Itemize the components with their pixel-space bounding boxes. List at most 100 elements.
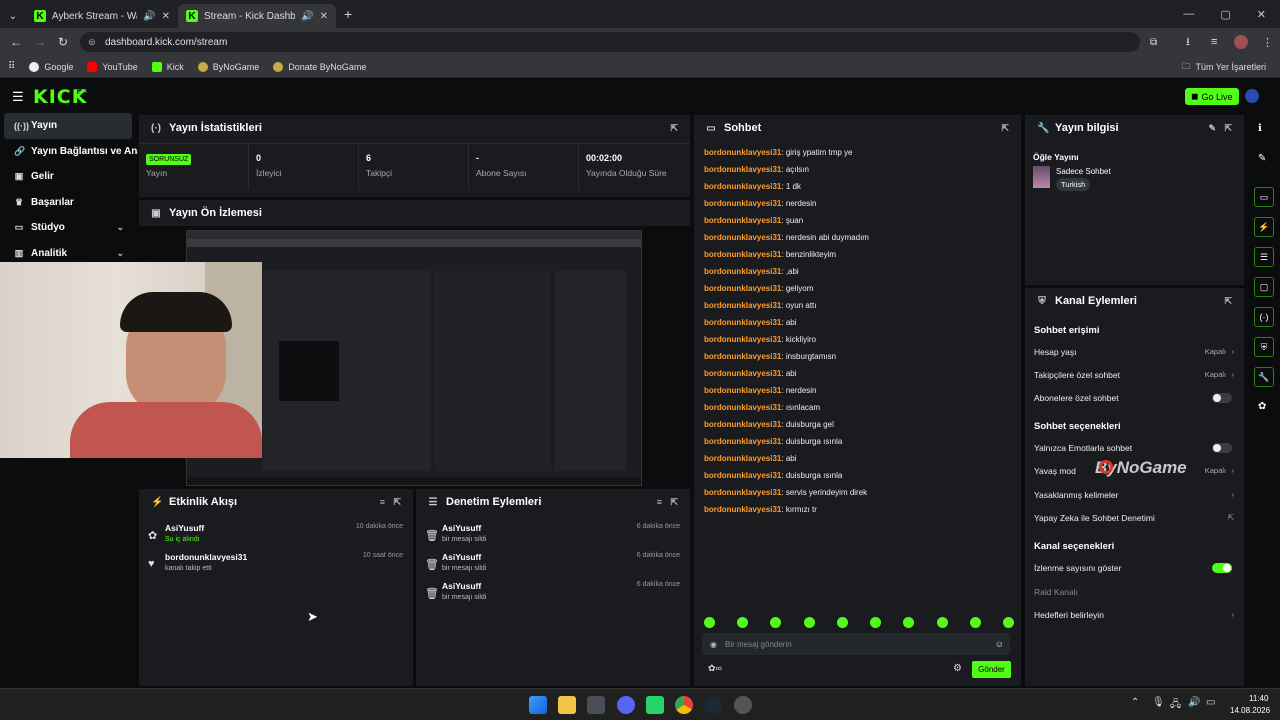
battery-icon[interactable]: ▭: [1206, 697, 1215, 708]
steam-icon[interactable]: [704, 696, 722, 714]
chat-username[interactable]: bordonunklavyesi31: [704, 250, 781, 259]
moderator-name[interactable]: AsiYusuff: [442, 552, 481, 562]
emote-icon[interactable]: [770, 617, 782, 628]
browser-tab-ayberk[interactable]: K Ayberk Stream - Watch Live 🔊 ✕: [26, 4, 178, 28]
popout-icon[interactable]: ⇱: [1224, 123, 1232, 134]
edit-pencil-icon[interactable]: ✎: [1208, 123, 1216, 134]
bookmark-bynogame[interactable]: ByNoGame: [197, 61, 259, 72]
hamburger-menu-icon[interactable]: ☰: [12, 89, 24, 105]
browser-tab-dashboard[interactable]: K Stream - Kick Dashboard 🔊 ✕: [178, 4, 336, 28]
chrome-icon[interactable]: [675, 696, 693, 714]
bookmark-youtube[interactable]: YouTube: [87, 61, 138, 72]
file-explorer-icon[interactable]: [558, 696, 576, 714]
popout-icon[interactable]: ⇱: [670, 123, 678, 134]
address-bar[interactable]: ⊜ dashboard.kick.com/stream: [80, 32, 1140, 52]
go-live-button[interactable]: ◼ Go Live: [1185, 88, 1239, 105]
emote-icon[interactable]: [936, 617, 948, 628]
whatsapp-icon[interactable]: [646, 696, 664, 714]
chat-username[interactable]: bordonunklavyesi31: [704, 420, 781, 429]
filter-icon[interactable]: ≡: [657, 497, 662, 507]
chat-username[interactable]: bordonunklavyesi31: [704, 437, 781, 446]
sidebar-item-studyo[interactable]: ▭ Stüdyo ⌄: [0, 215, 138, 241]
minimize-button[interactable]: —: [1183, 8, 1194, 21]
translate-icon[interactable]: ⧉: [1150, 37, 1157, 48]
chat-bubble-icon[interactable]: ▢: [1254, 277, 1274, 297]
chat-username[interactable]: bordonunklavyesi31: [704, 318, 781, 327]
chat-username[interactable]: bordonunklavyesi31: [704, 352, 781, 361]
emote-icon[interactable]: [870, 617, 882, 628]
setting-banned-words[interactable]: Yasaklanmış kelimeler ›: [1025, 483, 1244, 506]
new-tab-button[interactable]: +: [344, 6, 352, 22]
emoji-icon[interactable]: ☺: [995, 639, 1004, 649]
edit-pencil-icon[interactable]: ✎: [1258, 153, 1266, 164]
windows-start-icon[interactable]: [529, 696, 547, 714]
chat-input[interactable]: ◉ Bir mesaj gönderin ☺: [702, 633, 1010, 655]
popout-icon[interactable]: ⇱: [670, 497, 678, 508]
chat-username[interactable]: bordonunklavyesi31: [704, 199, 781, 208]
store-icon[interactable]: [587, 696, 605, 714]
setting-targets[interactable]: Hedefleri belirleyin ›: [1025, 603, 1244, 626]
popout-icon[interactable]: ⇱: [1224, 296, 1232, 307]
moderator-name[interactable]: AsiYusuff: [442, 523, 481, 533]
sidebar-item-stream-key[interactable]: 🔗 Yayın Bağlantısı ve Anahtarı: [0, 139, 138, 165]
maximize-button[interactable]: ▢: [1220, 8, 1230, 21]
sidebar-item-gelir[interactable]: ▣ Gelir: [0, 164, 138, 190]
emote-icon[interactable]: [1002, 617, 1014, 628]
chat-username[interactable]: bordonunklavyesi31: [704, 165, 781, 174]
setting-account-age[interactable]: Hesap yaşı Kapalı ›: [1025, 340, 1244, 363]
tray-chevron-icon[interactable]: ⌃: [1131, 697, 1139, 708]
subscribers-only-toggle[interactable]: [1212, 392, 1232, 403]
reload-icon[interactable]: ↻: [58, 35, 68, 49]
link-icon[interactable]: ✿∞: [708, 663, 722, 674]
filter-icon[interactable]: ≡: [380, 497, 385, 507]
menu-dots-icon[interactable]: ⋮: [1262, 36, 1273, 49]
bookmark-donate-bynogame[interactable]: Donate ByNoGame: [273, 61, 366, 72]
chat-username[interactable]: bordonunklavyesi31: [704, 386, 781, 395]
show-viewers-toggle[interactable]: [1212, 562, 1232, 573]
activity-user[interactable]: AsiYusuff: [165, 523, 204, 533]
clock-time[interactable]: 11:40: [1249, 694, 1268, 703]
setting-ai-moderation[interactable]: Yapay Zeka ile Sohbet Denetimi ⇱: [1025, 506, 1244, 529]
app-icon[interactable]: [734, 696, 752, 714]
forward-arrow-icon[interactable]: →: [34, 35, 46, 49]
close-tab-icon[interactable]: ✕: [162, 11, 170, 22]
media-icon[interactable]: ≡: [1211, 36, 1217, 48]
chat-username[interactable]: bordonunklavyesi31: [704, 471, 781, 480]
lightning-icon[interactable]: ⚡: [1254, 217, 1274, 237]
bookmark-kick[interactable]: Kick: [151, 61, 184, 72]
chat-username[interactable]: bordonunklavyesi31: [704, 454, 781, 463]
tab-search-button[interactable]: ⌄: [0, 4, 26, 28]
wrench-icon[interactable]: 🔧: [1254, 367, 1274, 387]
apps-grid-icon[interactable]: ⠿: [8, 61, 15, 72]
moderator-name[interactable]: AsiYusuff: [442, 581, 481, 591]
chat-username[interactable]: bordonunklavyesi31: [704, 488, 781, 497]
user-avatar[interactable]: [1245, 89, 1259, 103]
download-icon[interactable]: ⭳: [1186, 33, 1190, 52]
broadcast-icon[interactable]: (·): [1254, 307, 1274, 327]
gift-icon[interactable]: ✿: [1258, 401, 1266, 412]
chat-username[interactable]: bordonunklavyesi31: [704, 335, 781, 344]
chat-username[interactable]: bordonunklavyesi31: [704, 505, 781, 514]
emote-icon[interactable]: [836, 617, 848, 628]
volume-icon[interactable]: 🔊: [1188, 697, 1200, 708]
chat-username[interactable]: bordonunklavyesi31: [704, 284, 781, 293]
list-icon[interactable]: ☰: [1254, 247, 1274, 267]
speaker-icon[interactable]: 🔊: [143, 11, 155, 22]
info-icon[interactable]: ℹ: [1258, 123, 1262, 134]
speaker-icon[interactable]: 🔊: [301, 11, 313, 22]
shield-icon[interactable]: ⛨: [1254, 337, 1274, 357]
popout-icon[interactable]: ⇱: [393, 497, 401, 508]
close-window-button[interactable]: ✕: [1257, 8, 1266, 21]
chat-username[interactable]: bordonunklavyesi31: [704, 403, 781, 412]
emote-icon[interactable]: [704, 617, 715, 628]
setting-followers-only[interactable]: Takipçilere özel sohbet Kapalı ›: [1025, 363, 1244, 386]
site-info-icon[interactable]: ⊜: [88, 37, 96, 48]
profile-avatar[interactable]: [1234, 35, 1248, 49]
emote-icon[interactable]: [803, 617, 815, 628]
chat-username[interactable]: bordonunklavyesi31: [704, 233, 781, 242]
emote-icon[interactable]: [737, 617, 749, 628]
back-arrow-icon[interactable]: ←: [10, 35, 22, 49]
chat-username[interactable]: bordonunklavyesi31: [704, 369, 781, 378]
send-button[interactable]: Gönder: [972, 661, 1011, 678]
microphone-icon[interactable]: 🎙: [1152, 697, 1165, 708]
